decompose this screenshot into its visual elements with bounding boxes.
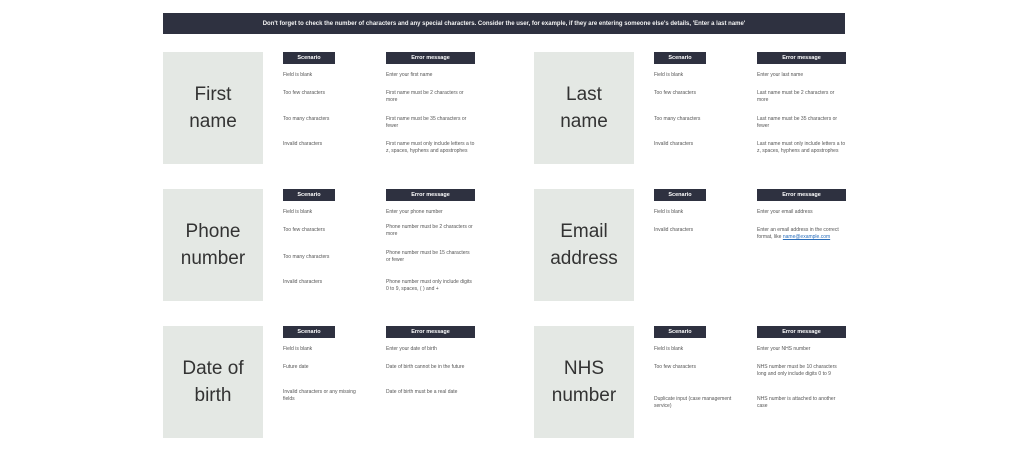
error-text: Enter your last name xyxy=(757,72,804,78)
error-text: Enter your phone number xyxy=(386,209,443,215)
error-text: Date of birth must be a real date xyxy=(386,389,458,395)
scenario-text: Future date xyxy=(283,364,309,370)
scenario-text: Invalid characters xyxy=(283,279,323,285)
card-email-address: Email address Scenario Error message Fie… xyxy=(534,189,846,301)
field-label: NHS number xyxy=(551,358,617,406)
scenario-header: Scenario xyxy=(283,326,335,338)
field-label-box: Email address xyxy=(534,189,634,301)
card-phone-number: Phone number Scenario Error message Fiel… xyxy=(163,189,475,301)
error-message-header: Error message xyxy=(757,52,846,64)
card-last-name: Last name Scenario Error message Field i… xyxy=(534,52,846,164)
error-text: Phone number must only include digits 0 … xyxy=(386,279,472,292)
error-text: Enter your NHS number xyxy=(757,346,811,352)
guidance-banner: Don't forget to check the number of char… xyxy=(163,13,845,34)
scenario-header: Scenario xyxy=(654,326,706,338)
card-nhs-number: NHS number Scenario Error message Field … xyxy=(534,326,846,438)
error-message-header: Error message xyxy=(757,189,846,201)
scenario-text: Invalid characters xyxy=(654,141,694,147)
error-text: NHS number is attached to another case xyxy=(757,396,836,409)
error-text: First name must only include letters a t… xyxy=(386,141,475,154)
field-label: Last name xyxy=(560,84,608,132)
scenario-text: Too few characters xyxy=(283,90,325,96)
card-first-name: First name Scenario Error message Field … xyxy=(163,52,475,164)
error-text: NHS number must be 10 characters long an… xyxy=(757,364,837,377)
field-label: Email address xyxy=(550,221,618,269)
scenario-text: Too few characters xyxy=(283,227,325,233)
error-text: Enter your email address xyxy=(757,209,813,215)
field-label: First name xyxy=(189,84,237,132)
scenario-header: Scenario xyxy=(654,189,706,201)
scenario-header: Scenario xyxy=(283,189,335,201)
error-message-header: Error message xyxy=(757,326,846,338)
error-text: Phone number must be 2 characters or mor… xyxy=(386,224,473,237)
error-message-header: Error message xyxy=(386,189,475,201)
field-label-box: Last name xyxy=(534,52,634,164)
scenario-text: Invalid characters or any missing fields xyxy=(283,389,356,402)
scenario-text: Invalid characters xyxy=(654,227,694,233)
field-label-box: Phone number xyxy=(163,189,263,301)
scenario-text: Too many characters xyxy=(283,254,330,260)
error-text: Enter an email address in the correct fo… xyxy=(757,227,846,241)
example-email-link[interactable]: name@example.com xyxy=(783,234,830,240)
scenario-text: Field is blank xyxy=(654,346,684,352)
scenario-text: Duplicate input (case management service… xyxy=(654,396,732,409)
scenario-text: Invalid characters xyxy=(283,141,323,147)
field-label-box: Date of birth xyxy=(163,326,263,438)
error-message-header: Error message xyxy=(386,326,475,338)
card-date-of-birth: Date of birth Scenario Error message Fie… xyxy=(163,326,475,438)
error-text: Date of birth cannot be in the future xyxy=(386,364,465,370)
error-text: Phone number must be 15 characters or fe… xyxy=(386,250,470,263)
scenario-text: Field is blank xyxy=(283,209,313,215)
error-text: Last name must only include letters a to… xyxy=(757,141,846,154)
field-label: Phone number xyxy=(180,221,246,269)
scenario-text: Field is blank xyxy=(283,346,313,352)
field-label-box: NHS number xyxy=(534,326,634,438)
field-label: Date of birth xyxy=(182,358,244,406)
field-label-box: First name xyxy=(163,52,263,164)
scenario-text: Too few characters xyxy=(654,90,696,96)
scenario-text: Field is blank xyxy=(283,72,313,78)
scenario-text: Too many characters xyxy=(654,116,701,122)
scenario-text: Field is blank xyxy=(654,72,684,78)
error-text: Last name must be 2 characters or more xyxy=(757,90,835,103)
error-text: Last name must be 35 characters or fewer xyxy=(757,116,838,129)
error-text: Enter your first name xyxy=(386,72,433,78)
scenario-text: Too many characters xyxy=(283,116,330,122)
error-text: First name must be 2 characters or more xyxy=(386,90,464,103)
scenario-text: Too few characters xyxy=(654,364,696,370)
error-message-header: Error message xyxy=(386,52,475,64)
scenario-header: Scenario xyxy=(654,52,706,64)
scenario-text: Field is blank xyxy=(654,209,684,215)
scenario-header: Scenario xyxy=(283,52,335,64)
error-text: Enter your date of birth xyxy=(386,346,437,352)
error-text: First name must be 35 characters or fewe… xyxy=(386,116,467,129)
